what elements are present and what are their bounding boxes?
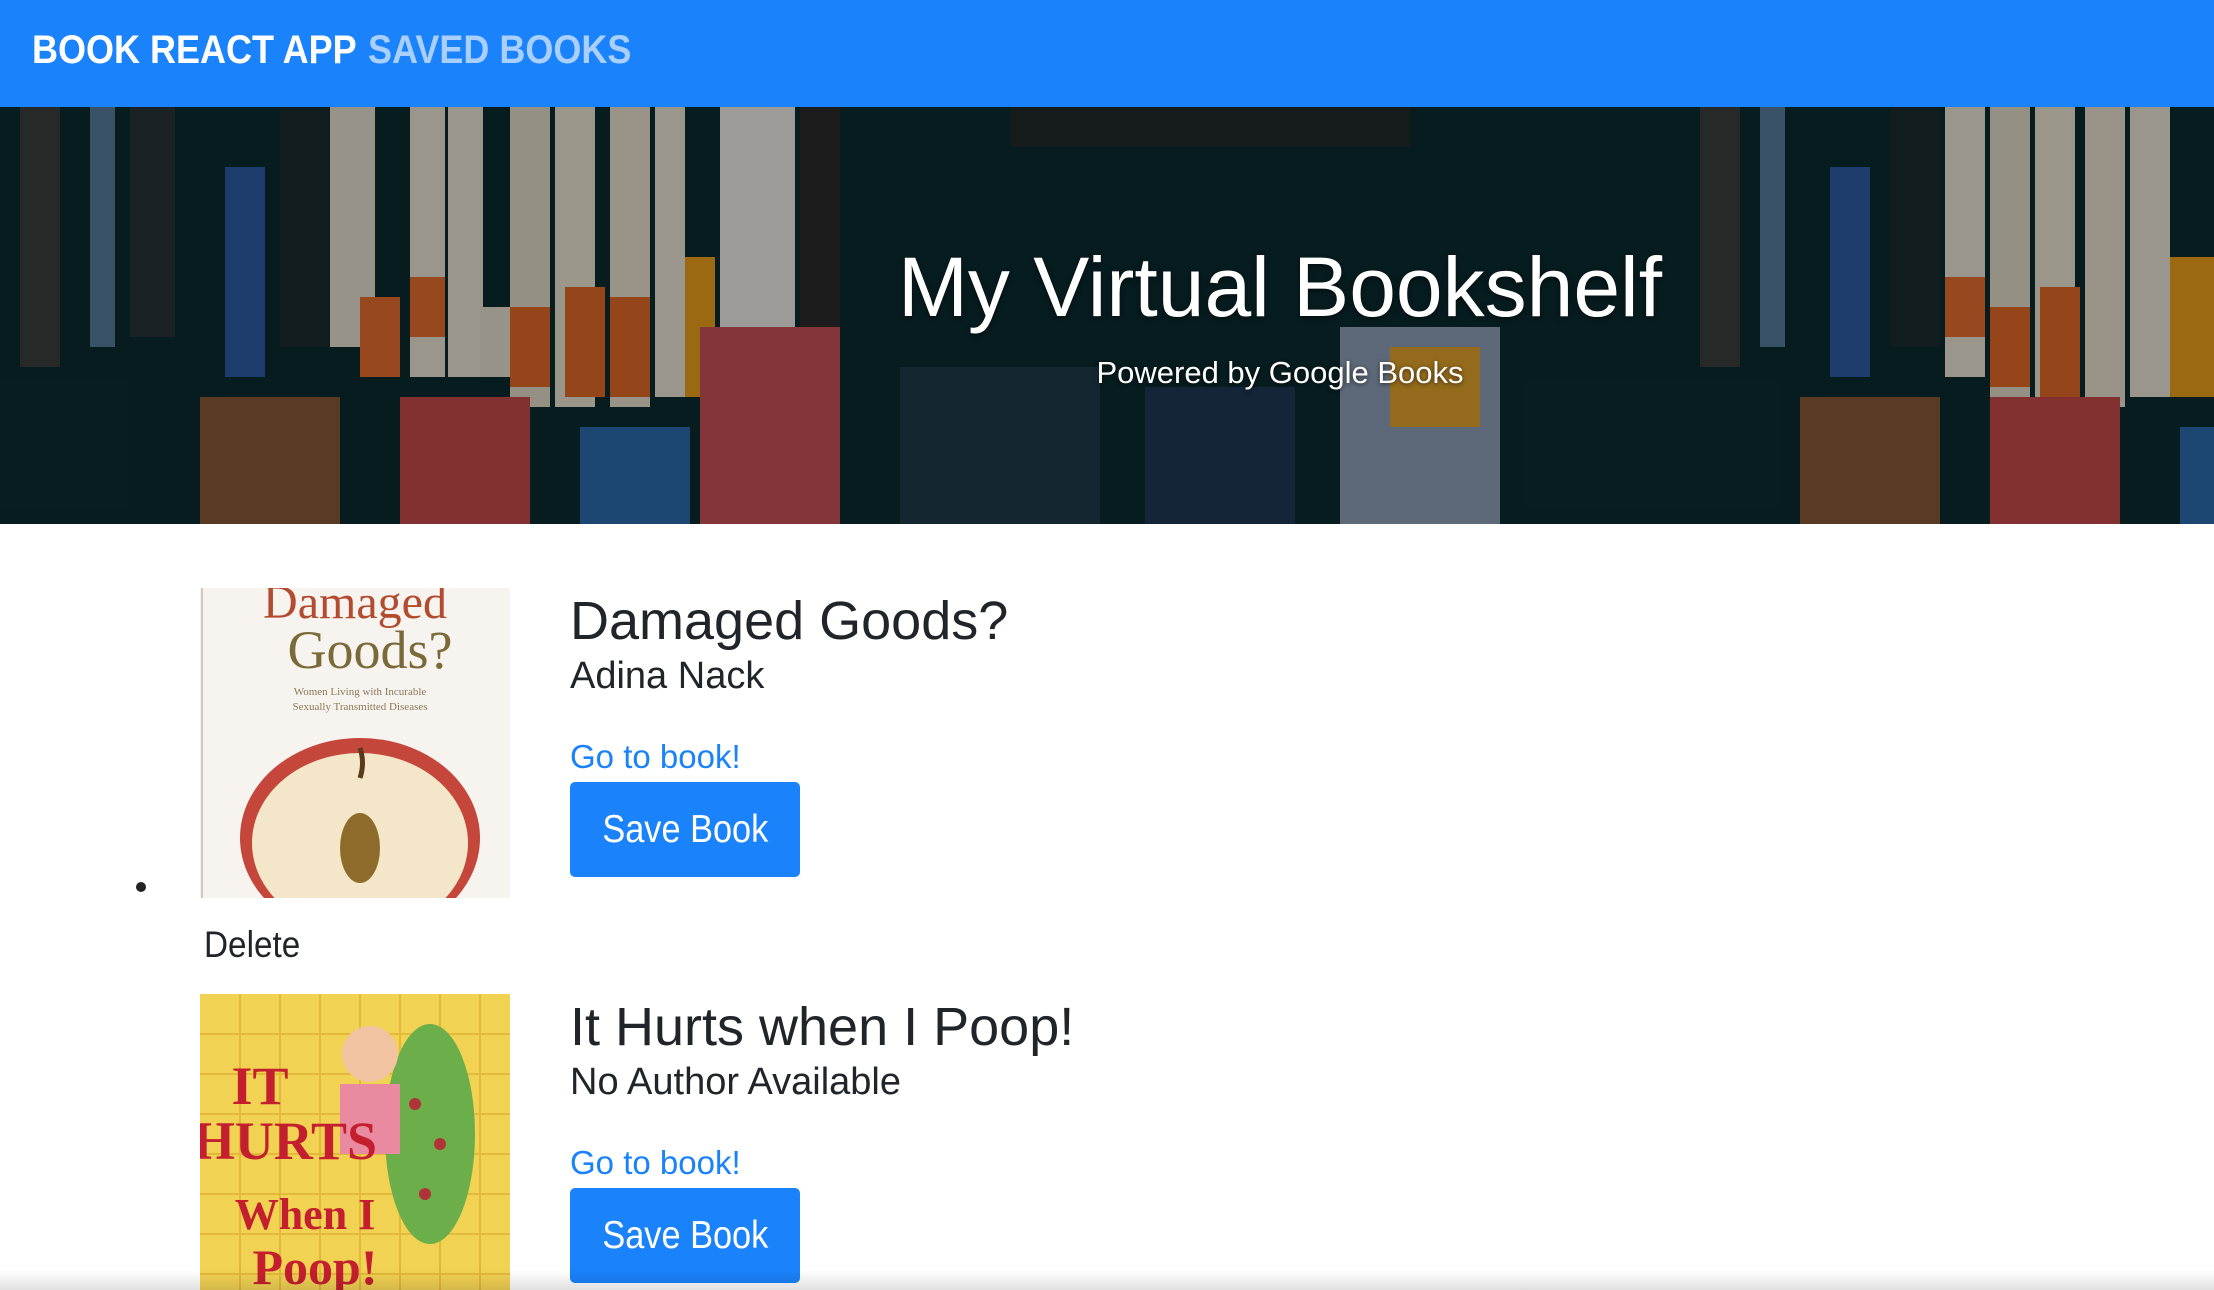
list-bullet	[136, 882, 146, 892]
book-title: It Hurts when I Poop!	[570, 997, 1075, 1057]
go-to-book-link[interactable]: Go to book!	[570, 1144, 741, 1182]
book-list: Damaged Goods? Women Living with Incurab…	[0, 524, 2214, 1290]
hero-subtitle: Powered by Google Books	[1096, 355, 1464, 390]
cover-title-line-3: When I	[235, 1190, 376, 1239]
list-item: IT HURTS When I Poop! It Hurts when I Po…	[0, 994, 2214, 1290]
list-item: Damaged Goods? Women Living with Incurab…	[0, 524, 2214, 965]
go-to-book-link[interactable]: Go to book!	[570, 738, 741, 776]
book-cover-image: IT HURTS When I Poop!	[200, 994, 510, 1290]
nav-brand[interactable]: BOOK REACT APP	[32, 28, 357, 73]
nav-link-saved-books[interactable]: SAVED BOOKS	[368, 28, 631, 73]
save-book-label: Save Book	[602, 807, 768, 851]
save-book-label: Save Book	[602, 1213, 768, 1257]
navbar: BOOK REACT APP SAVED BOOKS	[0, 0, 2214, 107]
book-author: Adina Nack	[570, 655, 765, 697]
book-author: No Author Available	[570, 1061, 901, 1103]
book-cover-image: Damaged Goods? Women Living with Incurab…	[200, 588, 510, 898]
window-bottom-shadow	[0, 1270, 2214, 1290]
cover-subtitle-line-2: Sexually Transmitted Diseases	[292, 701, 427, 713]
page: BOOK REACT APP SAVED BOOKS My Virtual Bo…	[0, 0, 2214, 1290]
save-book-button[interactable]: Save Book	[570, 1188, 800, 1283]
book-title: Damaged Goods?	[570, 591, 1009, 651]
delete-button[interactable]: Delete	[204, 924, 300, 966]
cover-title-line-2: Goods?	[288, 620, 453, 680]
hero-title: My Virtual Bookshelf	[897, 240, 1663, 334]
cover-title-line-1: IT	[231, 1056, 288, 1116]
cover-subtitle-line-1: Women Living with Incurable	[294, 686, 427, 698]
save-book-button[interactable]: Save Book	[570, 782, 800, 877]
cover-title-line-2: HURTS	[200, 1111, 377, 1171]
hero-banner: My Virtual Bookshelf Powered by Google B…	[0, 107, 2214, 524]
